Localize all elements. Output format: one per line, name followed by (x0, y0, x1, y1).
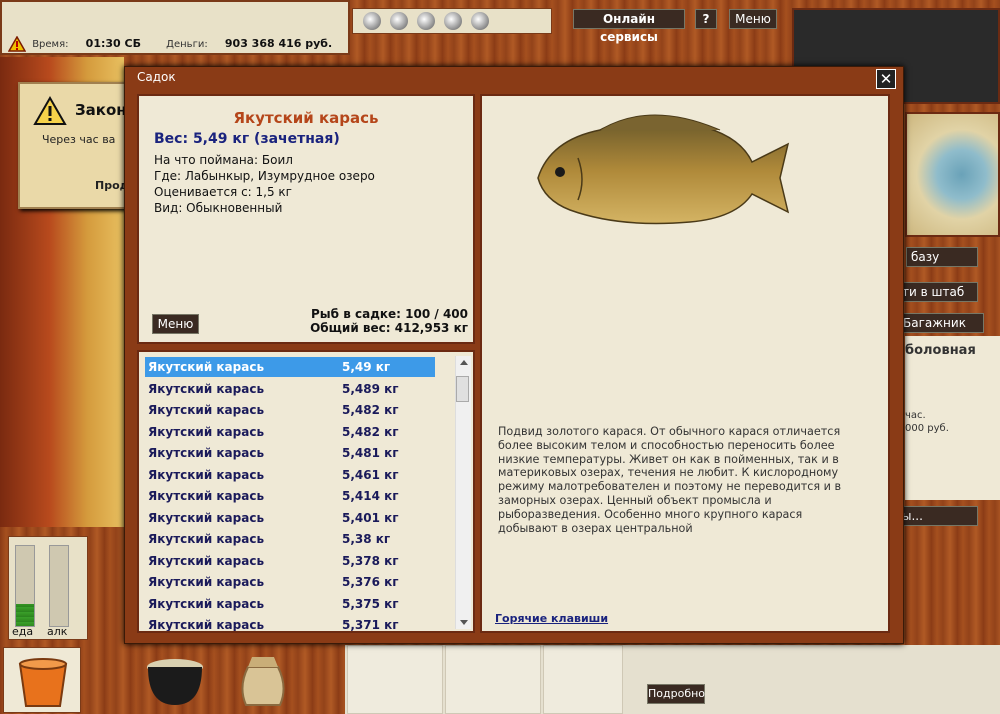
fish-row-name: Якутский карась (148, 381, 265, 396)
fish-row-name: Якутский карась (148, 360, 265, 374)
fish-row-name: Якутский карась (148, 446, 265, 460)
fish-row-weight: 5,376 кг (342, 575, 399, 589)
fish-list-row[interactable]: Якутский карась 5,38 кг (145, 529, 435, 549)
fish-row-name: Якутский карась (148, 489, 265, 503)
fish-list-row[interactable]: Якутский карась 5,375 кг (145, 594, 435, 614)
fish-list-row[interactable]: Якутский карась 5,461 кг (145, 465, 435, 485)
fish-row-weight: 5,481 кг (342, 446, 399, 460)
fish-list-row[interactable]: Якутский карась 5,378 кг (145, 551, 435, 571)
fish-list-row[interactable]: Якутский карась 5,482 кг (145, 400, 435, 420)
hotkeys-link[interactable]: Горячие клавиши (495, 612, 608, 625)
fish-image (537, 114, 790, 225)
fish-row-name: Якутский карась (148, 403, 265, 417)
inventory-slots (345, 645, 625, 714)
bait-sack-icon[interactable] (228, 647, 298, 709)
fish-list-row[interactable]: Якутский карась 5,414 кг (145, 486, 435, 506)
scroll-down-icon[interactable] (457, 617, 471, 627)
fish-row-weight: 5,375 кг (342, 596, 399, 611)
details-button[interactable]: Подробно (647, 684, 705, 704)
fish-row-name: Якутский карась (148, 553, 265, 568)
fish-row-name: Якутский карась (148, 575, 265, 589)
fish-row-weight: 5,414 кг (342, 489, 399, 503)
inventory-slot[interactable] (347, 645, 443, 714)
fish-list-row[interactable]: Якутский карась 5,371 кг (145, 615, 435, 631)
fish-row-name: Якутский карась (148, 510, 265, 525)
cauldron-icon[interactable] (140, 649, 210, 709)
fish-row-weight: 5,482 кг (342, 403, 399, 417)
fish-row-name: Якутский карась (148, 467, 265, 482)
fish-row-name: Якутский карась (148, 596, 265, 611)
item-bar (0, 645, 345, 714)
fish-list-row[interactable]: Якутский карась 5,482 кг (145, 422, 435, 442)
inventory-slot[interactable] (445, 645, 541, 714)
fish-row-weight: 5,401 кг (342, 510, 399, 525)
scrollbar-thumb[interactable] (456, 376, 469, 402)
fish-row-weight: 5,489 кг (342, 381, 399, 396)
fish-row-weight: 5,461 кг (342, 467, 399, 482)
fish-list-row[interactable]: Якутский карась 5,489 кг (145, 379, 435, 399)
fish-row-name: Якутский карась (148, 618, 265, 631)
fish-list-row[interactable]: Якутский карась 5,481 кг (145, 443, 435, 463)
fish-row-weight: 5,38 кг (342, 532, 391, 546)
fish-row-weight: 5,371 кг (342, 618, 399, 631)
scroll-up-icon[interactable] (457, 358, 471, 368)
fish-list-row[interactable]: Якутский карась 5,376 кг (145, 572, 435, 592)
inventory-slot[interactable] (543, 645, 623, 714)
fish-description: Подвид золотого карася. От обычного кара… (498, 425, 842, 535)
fish-row-weight: 5,378 кг (342, 553, 399, 568)
fish-row-name: Якутский карась (148, 424, 265, 439)
fish-row-weight: 5,49 кг (342, 360, 391, 374)
fish-row-name: Якутский карась (148, 532, 265, 546)
bucket-icon (18, 658, 68, 707)
fish-row-weight: 5,482 кг (342, 424, 399, 439)
fish-list-row[interactable]: Якутский карась 5,401 кг (145, 508, 435, 528)
fish-list-row[interactable]: Якутский карась 5,49 кг (145, 357, 435, 377)
bucket-slot[interactable] (3, 647, 81, 713)
